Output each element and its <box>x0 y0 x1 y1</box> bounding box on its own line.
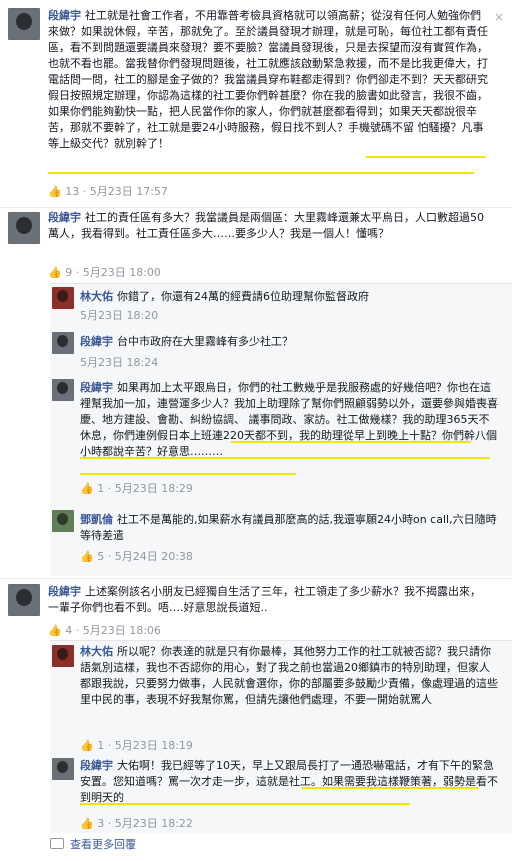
reply-author[interactable]: 段緯宇 <box>80 381 113 394</box>
comment-1: × 段緯宇 社工就是社會工作者，不用靠普考檢具資格就可以領高薪；從沒有任何人勉強你… <box>0 0 512 200</box>
reply-text: 所以呢？你表達的就是只有你最棒，其他努力工作的社工就被否認？我只請你語氣別這樣，… <box>80 645 498 706</box>
reply-author[interactable]: 鄧凱倫 <box>80 513 113 526</box>
reply-author[interactable]: 段緯宇 <box>80 759 113 772</box>
avatar[interactable] <box>8 212 40 244</box>
comment-author[interactable]: 段緯宇 <box>48 211 81 224</box>
like-icon[interactable]: 👍 <box>80 482 94 495</box>
divider <box>0 578 512 579</box>
like-count[interactable]: 4 <box>65 624 72 637</box>
like-count[interactable]: 3 <box>97 817 104 830</box>
reply-text: 大佑啊！我已經等了10天，早上又跟局長打了一通恐嚇電話，才有下午的緊急安置。您知… <box>80 759 498 804</box>
highlight-underline <box>48 172 474 174</box>
separator: · <box>82 185 87 198</box>
like-icon[interactable]: 👍 <box>48 624 62 637</box>
timestamp[interactable]: 5月23日 18:20 <box>80 309 158 322</box>
avatar[interactable] <box>52 287 74 309</box>
like-count[interactable]: 1 <box>97 739 104 752</box>
separator: · <box>75 624 80 637</box>
reply-text: 台中市政府在大里霧峰有多少社工？ <box>117 335 293 348</box>
chat-bubble-icon <box>50 838 64 849</box>
like-icon[interactable]: 👍 <box>80 739 94 752</box>
like-icon[interactable]: 👍 <box>48 185 62 198</box>
reply-meta: 👍 1 · 5月23日 18:29 <box>80 480 193 496</box>
timestamp[interactable]: 5月23日 18:24 <box>80 356 158 369</box>
timestamp[interactable]: 5月23日 18:19 <box>115 739 193 752</box>
reply-author[interactable]: 段緯宇 <box>80 335 113 348</box>
comment-author[interactable]: 段緯宇 <box>48 9 81 22</box>
timestamp[interactable]: 5月23日 18:06 <box>83 624 161 637</box>
reply-author[interactable]: 林大佑 <box>80 290 113 303</box>
reply-meta: 👍 3 · 5月23日 18:22 <box>80 815 193 831</box>
highlight-underline <box>302 787 478 789</box>
reply-text: 你錯了，你還有24萬的經費請6位助理幫你監督政府 <box>117 290 369 303</box>
avatar[interactable] <box>52 332 74 354</box>
timestamp[interactable]: 5月23日 18:22 <box>115 817 193 830</box>
like-count[interactable]: 13 <box>65 185 79 198</box>
separator: · <box>107 739 112 752</box>
separator: · <box>75 266 80 279</box>
like-icon[interactable]: 👍 <box>80 817 94 830</box>
avatar[interactable] <box>52 758 74 780</box>
comment-meta: 👍 13 · 5月23日 17:57 <box>48 183 168 199</box>
timestamp[interactable]: 5月24日 20:38 <box>115 550 193 563</box>
comment-text: 社工的責任區有多大？我當議員是兩個區：大里霧峰還兼太平烏日，人口數超過50萬人，… <box>48 211 484 240</box>
reply-text: 如果再加上太平跟烏日，你們的社工數幾乎是我服務處的好幾倍吧？你也在這裡幫我加一加… <box>80 381 498 458</box>
timestamp[interactable]: 5月23日 17:57 <box>90 185 168 198</box>
comment-text: 社工就是社會工作者，不用靠普考檢具資格就可以領高薪；從沒有任何人勉強你們來做？如… <box>48 9 488 150</box>
highlight-underline <box>366 156 486 158</box>
reply-author[interactable]: 林大佑 <box>80 645 113 658</box>
reply-meta: 👍 1 · 5月23日 18:19 <box>80 737 193 753</box>
like-icon[interactable]: 👍 <box>80 550 94 563</box>
avatar[interactable] <box>8 584 40 616</box>
replies-block: 林大佑 你錯了，你還有24萬的經費請6位助理幫你監督政府 5月23日 18:20 … <box>50 283 512 576</box>
highlight-underline <box>80 803 410 805</box>
reply-meta: 5月23日 18:24 <box>80 354 158 370</box>
like-count[interactable]: 1 <box>97 482 104 495</box>
timestamp[interactable]: 5月23日 18:29 <box>115 482 193 495</box>
highlight-underline <box>80 457 490 459</box>
close-icon[interactable]: × <box>494 10 504 24</box>
view-more-replies-label[interactable]: 查看更多回覆 <box>70 838 136 851</box>
like-count[interactable]: 9 <box>65 266 72 279</box>
separator: · <box>107 817 112 830</box>
comment-author[interactable]: 段緯宇 <box>48 585 81 598</box>
like-count[interactable]: 5 <box>97 550 104 563</box>
comment-meta: 👍 4 · 5月23日 18:06 <box>48 622 161 638</box>
reply-meta: 5月23日 18:20 <box>80 307 158 323</box>
reply-meta: 👍 5 · 5月24日 20:38 <box>80 548 193 564</box>
separator: · <box>107 550 112 563</box>
replies-block: 林大佑 所以呢？你表達的就是只有你最棒，其他努力工作的社工就被否認？我只請你語氣別… <box>50 640 512 833</box>
view-more-replies-link[interactable]: 查看更多回覆 <box>50 836 136 852</box>
highlight-underline <box>231 441 471 443</box>
like-icon[interactable]: 👍 <box>48 266 62 279</box>
separator: · <box>107 482 112 495</box>
comment-text: 上述案例該名小朋友已經獨自生活了三年，社工領走了多少薪水？我不揭露出來，一輩子你… <box>48 585 481 614</box>
comment-3: 段緯宇 上述案例該名小朋友已經獨自生活了三年，社工領走了多少薪水？我不揭露出來，一… <box>0 580 512 640</box>
comment-meta: 👍 9 · 5月23日 18:00 <box>48 264 161 280</box>
timestamp[interactable]: 5月23日 18:00 <box>83 266 161 279</box>
avatar[interactable] <box>52 379 74 401</box>
avatar[interactable] <box>52 510 74 532</box>
highlight-underline <box>80 473 296 475</box>
comment-2: 段緯宇 社工的責任區有多大？我當議員是兩個區：大里霧峰還兼太平烏日，人口數超過50… <box>0 208 512 280</box>
reply-text: 社工不是萬能的,如果薪水有議員那麼高的話,我還寧願24小時on call,六日隨… <box>80 513 497 542</box>
avatar[interactable] <box>52 645 74 667</box>
avatar[interactable] <box>8 8 40 40</box>
